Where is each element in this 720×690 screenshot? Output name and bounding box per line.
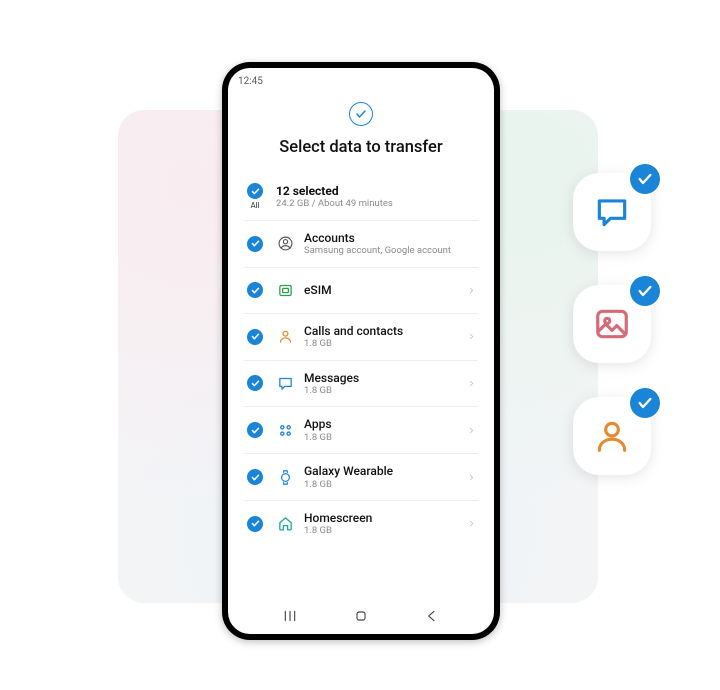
- checkbox-accounts[interactable]: [247, 236, 263, 252]
- row-title-wearable: Galaxy Wearable: [304, 464, 454, 478]
- nav-recents-button[interactable]: [281, 607, 299, 625]
- messages-icon: [276, 374, 294, 392]
- tile-contacts: [573, 397, 651, 475]
- page-title: Select data to transfer: [279, 138, 442, 157]
- row-messages[interactable]: Messages 1.8 GB: [244, 361, 478, 408]
- chevron-right-icon: [464, 425, 478, 436]
- account-icon: [276, 235, 294, 253]
- chevron-right-icon: [464, 472, 478, 483]
- apps-icon: [276, 421, 294, 439]
- row-homescreen[interactable]: Homescreen 1.8 GB: [244, 501, 478, 547]
- chevron-right-icon: [464, 518, 478, 529]
- tile-gallery: [573, 285, 651, 363]
- chevron-right-icon: [464, 331, 478, 342]
- row-title-messages: Messages: [304, 371, 454, 385]
- checkbox-contacts[interactable]: [247, 329, 263, 345]
- contacts-icon: [276, 328, 294, 346]
- row-sub-homescreen: 1.8 GB: [304, 525, 454, 536]
- nav-back-button[interactable]: [423, 607, 441, 625]
- check-circle-icon: [349, 102, 373, 126]
- check-badge-icon: [630, 276, 660, 306]
- summary-detail: 24.2 GB / About 49 minutes: [276, 198, 454, 209]
- esim-icon: [276, 281, 294, 299]
- home-icon: [276, 515, 294, 533]
- page-header: Select data to transfer: [228, 90, 494, 173]
- checkbox-apps[interactable]: [247, 422, 263, 438]
- select-all-label: All: [250, 201, 259, 210]
- row-sub-messages: 1.8 GB: [304, 385, 454, 396]
- phone-screen: 12:45 Select data to transfer All: [228, 68, 494, 634]
- row-contacts[interactable]: Calls and contacts 1.8 GB: [244, 314, 478, 361]
- checkbox-wearable[interactable]: [247, 469, 263, 485]
- row-title-homescreen: Homescreen: [304, 511, 454, 525]
- select-all-checkbox[interactable]: [247, 183, 263, 199]
- checkbox-homescreen[interactable]: [247, 516, 263, 532]
- row-all[interactable]: All 12 selected 24.2 GB / About 49 minut…: [244, 173, 478, 221]
- row-title-contacts: Calls and contacts: [304, 324, 454, 338]
- status-bar: 12:45: [228, 68, 494, 90]
- row-wearable[interactable]: Galaxy Wearable 1.8 GB: [244, 454, 478, 501]
- row-accounts[interactable]: Accounts Samsung account, Google account: [244, 221, 478, 268]
- summary-count: 12 selected: [276, 184, 454, 198]
- chevron-right-icon: [464, 285, 478, 296]
- tile-messages: [573, 173, 651, 251]
- status-time: 12:45: [238, 76, 263, 87]
- check-badge-icon: [630, 388, 660, 418]
- row-sub-accounts: Samsung account, Google account: [304, 245, 454, 256]
- row-title-accounts: Accounts: [304, 231, 454, 245]
- row-sub-contacts: 1.8 GB: [304, 338, 454, 349]
- nav-home-button[interactable]: [352, 607, 370, 625]
- row-title-apps: Apps: [304, 417, 454, 431]
- row-sub-apps: 1.8 GB: [304, 432, 454, 443]
- wearable-icon: [276, 468, 294, 486]
- phone-frame: 12:45 Select data to transfer All: [222, 62, 500, 640]
- transfer-list: All 12 selected 24.2 GB / About 49 minut…: [228, 173, 494, 600]
- row-apps[interactable]: Apps 1.8 GB: [244, 407, 478, 454]
- chevron-right-icon: [464, 378, 478, 389]
- check-badge-icon: [630, 164, 660, 194]
- row-esim[interactable]: eSIM: [244, 268, 478, 314]
- row-sub-wearable: 1.8 GB: [304, 479, 454, 490]
- checkbox-esim[interactable]: [247, 282, 263, 298]
- row-title-esim: eSIM: [304, 283, 454, 297]
- nav-bar: [228, 600, 494, 634]
- checkbox-messages[interactable]: [247, 375, 263, 391]
